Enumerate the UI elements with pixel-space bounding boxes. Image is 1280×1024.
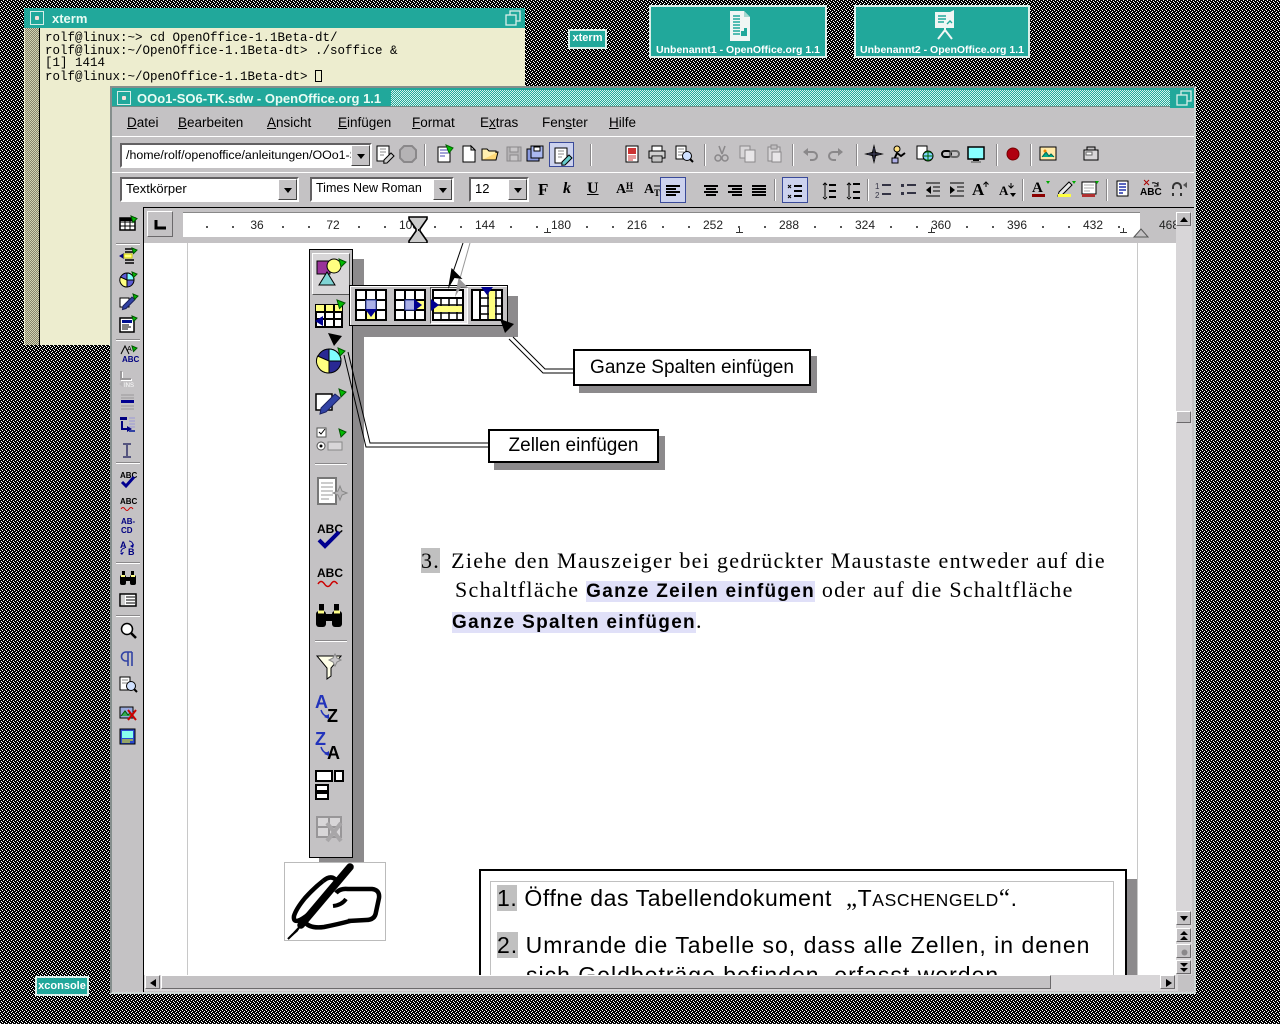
svg-text:A: A bbox=[127, 346, 132, 353]
svg-text:H: H bbox=[626, 181, 633, 191]
svg-text:AB-: AB- bbox=[121, 517, 136, 526]
svg-text:B: B bbox=[128, 547, 135, 557]
svg-text:INS: INS bbox=[124, 383, 134, 389]
svg-text:A: A bbox=[999, 183, 1009, 198]
svg-text:ABC: ABC bbox=[122, 355, 140, 364]
svg-text:1: 1 bbox=[875, 182, 880, 191]
svg-text:A: A bbox=[972, 180, 985, 199]
svg-text:ABC: ABC bbox=[120, 497, 138, 506]
svg-text:2: 2 bbox=[875, 191, 880, 200]
svg-text:ABC: ABC bbox=[1140, 187, 1162, 198]
svg-text:ABC: ABC bbox=[120, 471, 138, 480]
svg-text:CD: CD bbox=[121, 526, 133, 535]
svg-text:A: A bbox=[1032, 180, 1043, 196]
